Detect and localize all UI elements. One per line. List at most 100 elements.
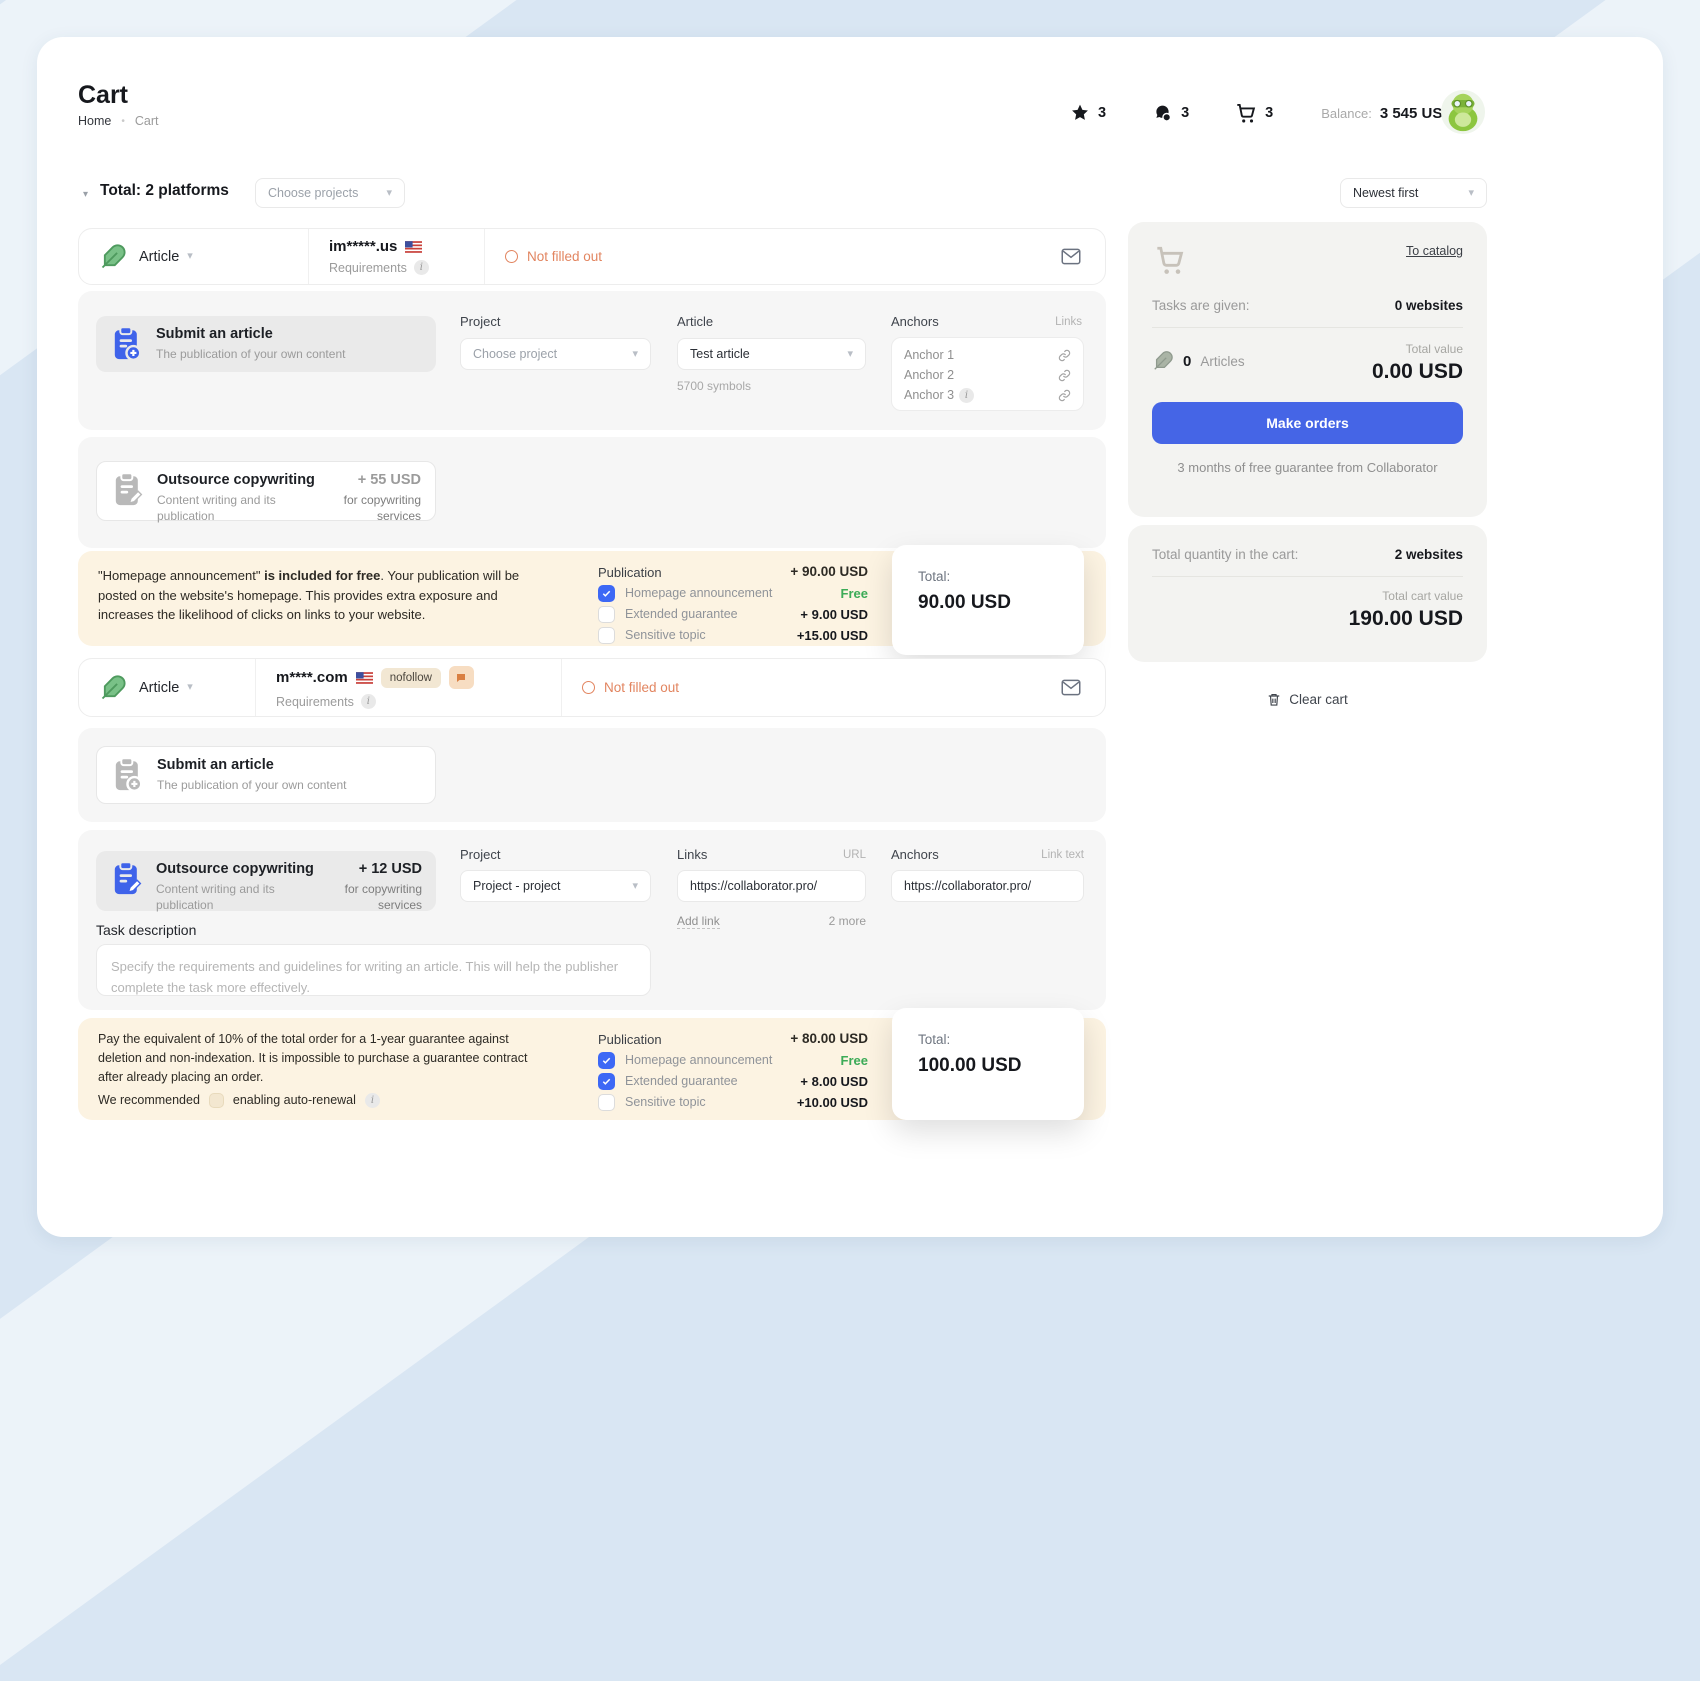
avatar[interactable] [1440,89,1486,140]
task-description-input[interactable] [96,944,651,996]
platform1-type[interactable]: Article [79,229,308,284]
total-label: Total: [918,1032,1058,1047]
article-value: Test article [690,347,750,361]
comment-badge[interactable] [449,666,474,689]
sort-value: Newest first [1353,186,1418,200]
chevron-down-icon [187,682,193,693]
chevron-down-icon [187,251,193,262]
links-column-label: Links [1055,316,1082,328]
checkbox-sensitive-topic[interactable] [598,1094,615,1111]
clipboard-plus-icon [110,326,143,362]
feather-icon [99,674,127,702]
outsource-sub-right: for copywriting services [314,881,422,913]
platform2-domain[interactable]: m****.com nofollow [276,666,474,689]
outsource-copywriting-option[interactable]: Outsource copywriting + 55 USD Content w… [96,461,436,521]
favorites-count[interactable]: 3 [1098,105,1106,121]
feather-icon [99,243,127,271]
publication-price: + 80.00 USD [790,1029,868,1049]
clipboard-pencil-icon [111,472,144,508]
anchor-row[interactable]: Anchor 1 [904,345,1071,365]
article-select[interactable]: Test article [677,338,866,370]
platforms-total-label: Total: 2 platforms [100,182,229,200]
us-flag-icon [356,672,373,684]
info-icon[interactable] [959,388,974,403]
auto-renewal-checkbox[interactable] [209,1093,224,1108]
task-description-label: Task description [96,922,196,938]
page-title: Cart [78,81,128,110]
outsource-copywriting-option[interactable]: Outsource copywriting + 12 USD Content w… [96,851,436,911]
platform1-site: im*****.us Requirements [308,229,484,284]
envelope-icon [1061,248,1081,265]
cart-totals-card: Total quantity in the cart: 2 websites T… [1128,525,1487,662]
cart-count[interactable]: 3 [1265,105,1273,121]
chevron-down-icon [1468,188,1474,199]
message-publisher-button[interactable] [1061,229,1105,284]
articles-count: 0 [1183,353,1191,370]
anchor-row[interactable]: Anchor 3 [904,385,1071,405]
cart-total-label: Total cart value [1152,589,1463,603]
checkbox-extended-guarantee[interactable] [598,1073,615,1090]
clear-cart-button[interactable]: Clear cart [1128,692,1487,707]
main-panel: Cart Home • Cart 3 3 3 Balance: 3 545 US… [37,37,1663,1237]
anchor-row[interactable]: Anchor 2 [904,365,1071,385]
checkbox-sensitive-topic[interactable] [598,627,615,644]
messages-icon[interactable] [1152,103,1173,124]
platform1-domain[interactable]: im*****.us [329,238,429,255]
platform1-pricing: Publication + 90.00 USD Homepage announc… [598,562,868,646]
sort-select[interactable]: Newest first [1340,178,1487,208]
to-catalog-link[interactable]: To catalog [1406,244,1463,258]
content-type-label: Article [139,249,179,265]
info-icon[interactable] [414,260,429,275]
platform2-requirements[interactable]: Requirements [276,694,474,709]
link-icon [1058,389,1071,402]
header-counters: 3 3 3 Balance: 3 545 USD [1070,99,1467,127]
outsource-title: Outsource copywriting [156,861,314,877]
platform2-status-wrap: Not filled out [561,659,699,716]
collapse-caret-icon[interactable] [83,184,88,202]
link-url-input[interactable] [677,870,866,902]
submit-article-option[interactable]: Submit an article The publication of you… [96,746,436,804]
more-links-label[interactable]: 2 more [677,914,866,928]
project-select[interactable]: Project - project [460,870,651,902]
anchor-text-input[interactable] [891,870,1084,902]
project-label: Project [460,847,500,862]
info-icon[interactable] [361,694,376,709]
link-icon [1058,369,1071,382]
chevron-down-icon [386,188,392,199]
project-value: Choose project [473,347,557,361]
guarantee-note: 3 months of free guarantee from Collabor… [1152,460,1463,475]
project-value: Project - project [473,879,561,893]
publication-price: + 90.00 USD [790,562,868,582]
platform2-total-card: Total: 100.00 USD [892,1008,1084,1120]
tasks-given-value: 0 websites [1395,298,1463,313]
choose-projects-select[interactable]: Choose projects [255,178,405,208]
symbols-hint: 5700 symbols [677,379,751,393]
project-select[interactable]: Choose project [460,338,651,370]
chevron-down-icon [632,881,638,892]
total-value: 100.00 USD [918,1055,1058,1077]
status-ring-icon [505,250,518,263]
message-publisher-button[interactable] [1061,659,1105,716]
checkbox-extended-guarantee[interactable] [598,606,615,623]
cart-icon[interactable] [1235,102,1257,124]
status-ring-icon [582,681,595,694]
favorites-icon[interactable] [1070,103,1090,123]
cart-quantity-value: 2 websites [1395,547,1463,562]
platform2-type[interactable]: Article [79,659,255,716]
breadcrumb-current: Cart [135,114,159,128]
chevron-down-icon [632,349,638,360]
messages-count[interactable]: 3 [1181,105,1189,121]
outsource-price: + 55 USD [358,472,421,488]
content-type-label: Article [139,680,179,696]
platform1-requirements[interactable]: Requirements [329,260,429,275]
balance-label: Balance: [1321,106,1372,121]
cart-quantity-label: Total quantity in the cart: [1152,547,1298,562]
breadcrumb-home[interactable]: Home [78,114,111,128]
make-orders-button[interactable]: Make orders [1152,402,1463,444]
total-value: 0.00 USD [1372,360,1463,384]
info-icon[interactable] [365,1093,380,1108]
checkbox-homepage-announcement[interactable] [598,585,615,602]
checkbox-homepage-announcement[interactable] [598,1052,615,1069]
submit-article-option[interactable]: Submit an article The publication of you… [96,316,436,372]
anchors-box[interactable]: Anchor 1 Anchor 2 Anchor 3 [891,337,1084,411]
